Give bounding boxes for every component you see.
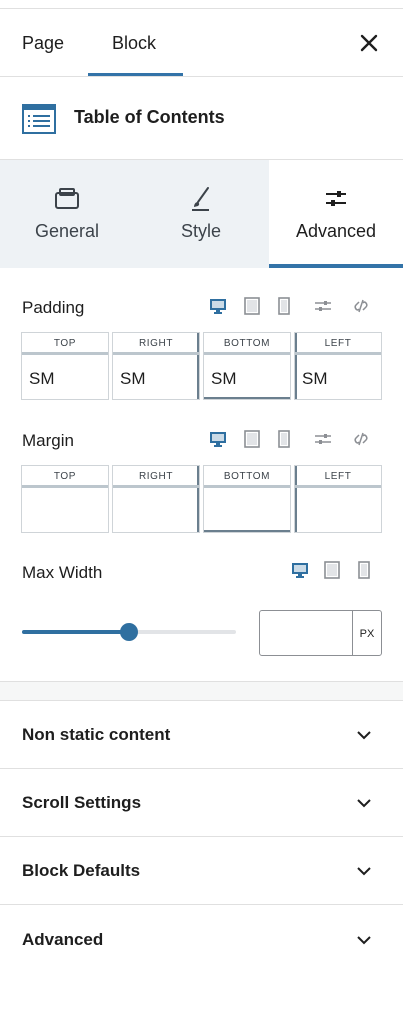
tab-page[interactable]: Page	[22, 9, 64, 77]
mobile-icon[interactable]	[355, 561, 373, 579]
padding-label: Padding	[22, 298, 85, 317]
max-width-slider-thumb[interactable]	[120, 623, 138, 641]
margin-left-field[interactable]: LEFT	[294, 465, 382, 533]
panel-non-static-content[interactable]: Non static content	[0, 701, 403, 769]
unlink-icon[interactable]	[352, 297, 370, 315]
tablet-icon[interactable]	[323, 561, 341, 579]
margin-left-label: LEFT	[295, 466, 381, 488]
tab-advanced-label: Advanced	[295, 221, 377, 241]
block-title: Table of Contents	[74, 107, 225, 127]
margin-label: Margin	[22, 431, 74, 450]
close-icon	[360, 34, 378, 52]
chevron-down-icon	[357, 731, 371, 740]
block-card: Table of Contents	[0, 77, 403, 160]
padding-right-label: RIGHT	[113, 333, 199, 355]
max-width-slider-fill	[22, 630, 129, 634]
section-separator	[0, 681, 403, 701]
padding-top-field[interactable]: TOP SM	[21, 332, 109, 400]
tablet-icon[interactable]	[243, 430, 261, 448]
mobile-icon[interactable]	[275, 297, 293, 315]
table-of-contents-icon	[22, 104, 56, 134]
close-button[interactable]	[357, 31, 381, 55]
desktop-icon[interactable]	[291, 561, 309, 579]
tab-block[interactable]: Block	[112, 9, 156, 77]
chevron-down-icon	[357, 799, 371, 808]
panel-scroll-settings[interactable]: Scroll Settings	[0, 769, 403, 837]
panel-advanced[interactable]: Advanced	[0, 906, 403, 974]
brush-icon	[192, 187, 209, 211]
padding-left-value: SM	[302, 369, 328, 388]
margin-right-field[interactable]: RIGHT	[112, 465, 200, 533]
unlink-icon[interactable]	[352, 430, 370, 448]
active-tab-indicator	[88, 73, 183, 76]
inspector-tabs: General Style Advanced	[0, 160, 403, 268]
panel-block-defaults[interactable]: Block Defaults	[0, 837, 403, 905]
tab-general[interactable]: General	[0, 160, 134, 268]
margin-top-field[interactable]: TOP	[21, 465, 109, 533]
max-width-unit-select[interactable]: PX	[352, 610, 382, 656]
tab-style[interactable]: Style	[134, 160, 268, 268]
margin-top-label: TOP	[22, 466, 108, 488]
custom-units-icon[interactable]	[314, 297, 332, 315]
max-width-label: Max Width	[22, 563, 103, 582]
general-icon	[55, 188, 79, 209]
margin-right-label: RIGHT	[113, 466, 199, 488]
padding-top-label: TOP	[22, 333, 108, 355]
sliders-icon	[326, 191, 346, 206]
inspector-active-indicator	[269, 264, 403, 268]
sidebar-header: Page Block	[0, 9, 403, 77]
tab-advanced[interactable]: Advanced	[269, 160, 403, 268]
margin-bottom-label: BOTTOM	[204, 466, 290, 488]
padding-bottom-value: SM	[211, 369, 237, 388]
desktop-icon[interactable]	[209, 297, 227, 315]
tab-style-label: Style	[180, 221, 222, 241]
padding-right-field[interactable]: RIGHT SM	[112, 332, 200, 400]
panel-title: Scroll Settings	[22, 793, 142, 812]
padding-bottom-field[interactable]: BOTTOM SM	[203, 332, 291, 400]
mobile-icon[interactable]	[275, 430, 293, 448]
margin-device-toggles	[209, 430, 379, 450]
panel-title: Advanced	[22, 930, 104, 949]
padding-left-field[interactable]: LEFT SM	[294, 332, 382, 400]
chevron-down-icon	[357, 936, 371, 945]
padding-device-toggles	[209, 297, 379, 317]
tab-general-label: General	[34, 221, 100, 241]
desktop-icon[interactable]	[209, 430, 227, 448]
padding-top-value: SM	[29, 369, 55, 388]
margin-bottom-field[interactable]: BOTTOM	[203, 465, 291, 533]
max-width-input[interactable]	[259, 610, 353, 656]
padding-bottom-label: BOTTOM	[204, 333, 290, 355]
padding-left-label: LEFT	[295, 333, 381, 355]
max-width-device-toggles	[291, 561, 381, 581]
custom-units-icon[interactable]	[314, 430, 332, 448]
chevron-down-icon	[357, 867, 371, 876]
panel-title: Non static content	[22, 725, 171, 744]
padding-right-value: SM	[120, 369, 146, 388]
tablet-icon[interactable]	[243, 297, 261, 315]
panel-title: Block Defaults	[22, 861, 141, 880]
